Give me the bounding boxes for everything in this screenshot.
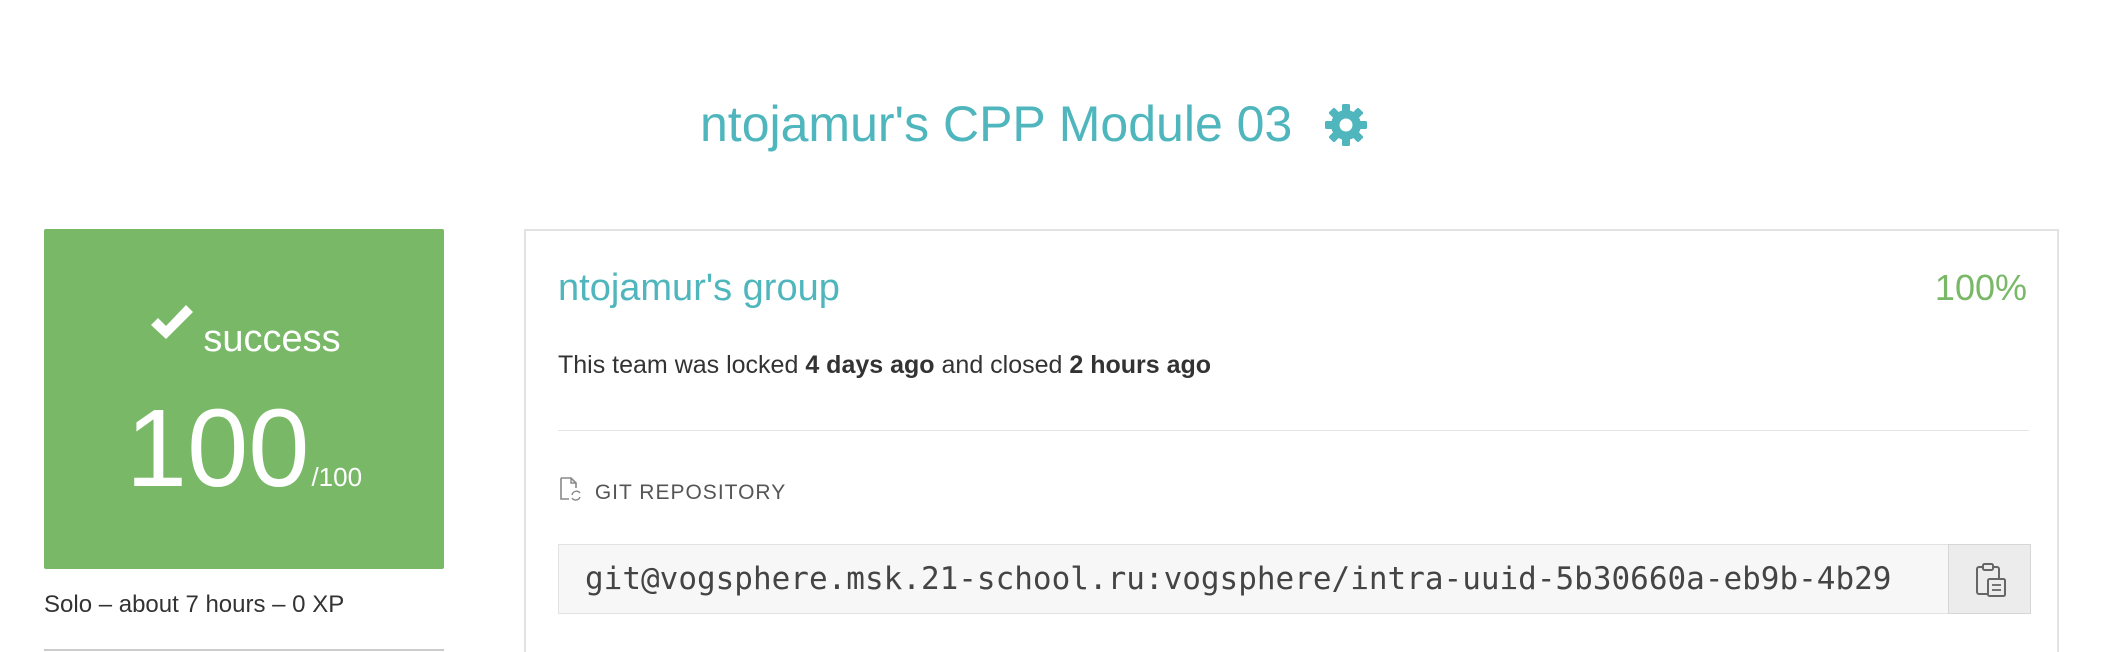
status-line: success [44, 301, 444, 364]
page-title: ntojamur's CPP Module 03 [700, 96, 1293, 152]
repo-label: GIT REPOSITORY [558, 476, 786, 507]
repo-url-field[interactable]: git@vogsphere.msk.21-school.ru:vogsphere… [558, 544, 1949, 614]
lock-middle: and closed [934, 351, 1070, 379]
team-percent: 100% [1934, 267, 2027, 308]
status-label: success [203, 317, 341, 360]
gear-icon[interactable] [1324, 103, 1368, 147]
meta-divider [44, 649, 444, 651]
score-max: /100 [311, 462, 363, 492]
page-header: ntojamur's CPP Module 03 [0, 92, 2102, 156]
clipboard-icon [1976, 563, 2006, 597]
status-card: success 100/100 [44, 229, 444, 569]
team-name[interactable]: ntojamur's group [558, 265, 840, 311]
project-meta: Solo – about 7 hours – 0 XP [44, 591, 345, 618]
team-lock-status: This team was locked 4 days ago and clos… [558, 349, 1211, 381]
repo-label-text: GIT REPOSITORY [594, 481, 787, 504]
lock-prefix: This team was locked [558, 351, 806, 379]
score-value: 100 [125, 387, 310, 510]
panel-divider [558, 430, 2029, 431]
copy-repo-button[interactable] [1948, 544, 2031, 614]
file-sync-icon [558, 477, 595, 504]
checkmark-icon [147, 301, 197, 345]
score-display: 100/100 [44, 389, 444, 509]
closed-ago: 2 hours ago [1069, 351, 1212, 379]
project-page: ntojamur's CPP Module 03 success 100/100… [0, 0, 2102, 652]
locked-ago: 4 days ago [805, 351, 935, 379]
team-panel: ntojamur's group 100% This team was lock… [524, 229, 2059, 652]
